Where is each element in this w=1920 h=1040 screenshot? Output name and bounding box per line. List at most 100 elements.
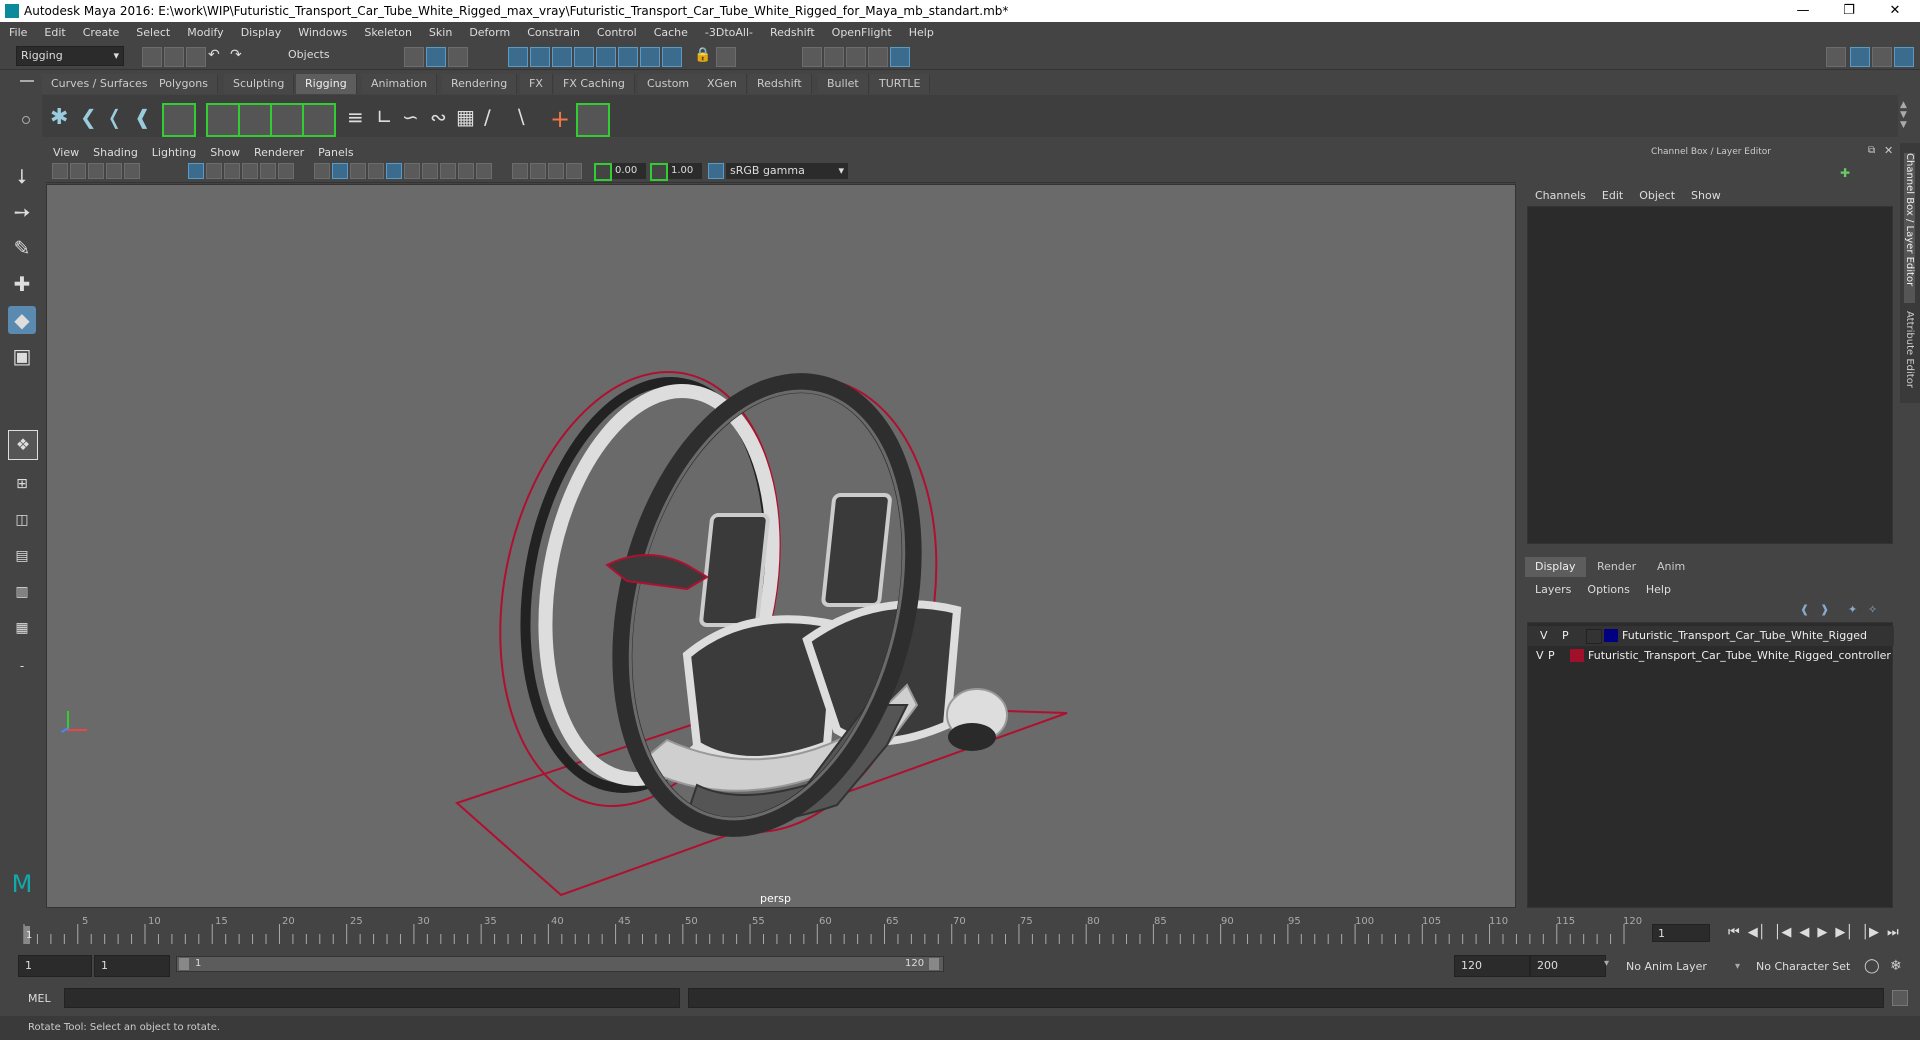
menu-deform[interactable]: Deform <box>469 26 510 39</box>
cb-menu-object[interactable]: Object <box>1639 189 1675 202</box>
screen-space-ao-icon[interactable] <box>422 163 438 179</box>
cb-menu-channels[interactable]: Channels <box>1535 189 1586 202</box>
mask-misc-icon[interactable] <box>662 47 682 67</box>
create-layer-from-selection-icon[interactable]: ✧ <box>1868 603 1877 616</box>
motion-blur-icon[interactable] <box>440 163 456 179</box>
mask-deformations-icon[interactable] <box>596 47 616 67</box>
xray-icon[interactable] <box>530 163 546 179</box>
orient-constraint-icon[interactable]: ∾ <box>430 105 448 129</box>
mask-surfaces-icon[interactable] <box>574 47 594 67</box>
layer-playback-toggle[interactable]: P <box>1562 629 1569 642</box>
step-back-key-icon[interactable]: │◀ <box>1774 925 1792 940</box>
persp-outliner-icon[interactable]: ◫ <box>8 506 36 534</box>
animation-preferences-icon[interactable]: ❄ <box>1890 958 1902 974</box>
pole-vector-icon[interactable]: ∖ <box>514 105 532 129</box>
textured-icon[interactable] <box>368 163 384 179</box>
play-backwards-icon[interactable]: ◀ <box>1799 925 1809 940</box>
interactive-bind-icon[interactable] <box>238 103 272 137</box>
vp-menu-view[interactable]: View <box>53 146 79 159</box>
safe-action-icon[interactable] <box>278 163 294 179</box>
play-forwards-icon[interactable]: ▶ <box>1817 925 1827 940</box>
bookmark-icon[interactable] <box>88 163 104 179</box>
cluster-icon[interactable]: ≡ <box>347 105 365 129</box>
menu-3dtoall[interactable]: -3DtoAll- <box>705 26 753 39</box>
wireframe-on-shaded-icon[interactable] <box>350 163 366 179</box>
select-camera-icon[interactable] <box>52 163 68 179</box>
create-empty-layer-icon[interactable]: ✦ <box>1848 603 1857 616</box>
shelf-tab-custom[interactable]: Custom <box>638 74 700 94</box>
lattice-icon[interactable] <box>302 103 336 137</box>
float-panel-icon[interactable]: ⧉ <box>1868 145 1875 156</box>
outliner-layout-icon[interactable]: ▥ <box>8 578 36 606</box>
film-gate-icon[interactable] <box>206 163 222 179</box>
mask-rendering-icon[interactable] <box>640 47 660 67</box>
channel-box-area[interactable] <box>1527 206 1893 544</box>
range-slider[interactable]: 1 120 <box>176 956 944 972</box>
scale-constraint-icon[interactable]: ▦ <box>456 105 475 129</box>
gamma-icon[interactable] <box>650 163 668 181</box>
vp-menu-renderer[interactable]: Renderer <box>254 146 304 159</box>
shelf-tab-curves-surfaces[interactable]: Curves / Surfaces <box>42 74 158 94</box>
current-time-field[interactable]: 1 <box>1652 924 1710 942</box>
shelf-tab-redshift[interactable]: Redshift <box>748 74 812 94</box>
layer-type-toggle[interactable] <box>1586 629 1602 644</box>
rotate-tool-icon[interactable]: ◆ <box>8 306 36 334</box>
toggle-attribute-editor-icon[interactable] <box>1872 47 1892 67</box>
menu-skeleton[interactable]: Skeleton <box>364 26 412 39</box>
vp-menu-lighting[interactable]: Lighting <box>152 146 196 159</box>
menu-edit[interactable]: Edit <box>44 26 65 39</box>
layer-visibility-toggle[interactable]: V <box>1540 629 1548 642</box>
color-management-icon[interactable] <box>708 163 724 179</box>
menu-cache[interactable]: Cache <box>654 26 688 39</box>
selection-mode-dropdown[interactable]: Objects <box>284 46 388 64</box>
cb-menu-edit[interactable]: Edit <box>1602 189 1623 202</box>
depth-of-field-icon[interactable] <box>476 163 492 179</box>
vp-menu-show[interactable]: Show <box>210 146 240 159</box>
layer-row[interactable]: V P Futuristic_Transport_Car_Tube_White_… <box>1528 626 1894 646</box>
minimize-button[interactable]: — <box>1780 0 1826 22</box>
shelf-tab-rigging[interactable]: Rigging <box>296 74 357 94</box>
toggle-modeling-toolkit-icon[interactable] <box>1850 47 1870 67</box>
layer-color-swatch[interactable] <box>1604 629 1618 642</box>
menu-modify[interactable]: Modify <box>187 26 223 39</box>
auto-key-icon[interactable]: ◯ <box>1864 958 1880 974</box>
undo-icon[interactable]: ↶ <box>208 47 226 65</box>
mirror-joint-icon[interactable]: ❰ <box>134 105 152 129</box>
layer-visibility-toggle[interactable]: V <box>1536 649 1544 662</box>
exposure-field[interactable]: 0.00 <box>612 163 646 179</box>
use-all-lights-icon[interactable] <box>386 163 402 179</box>
script-editor-icon[interactable] <box>1892 990 1908 1006</box>
command-input[interactable] <box>64 988 680 1008</box>
parent-constraint-icon[interactable]: ∕ <box>484 105 502 129</box>
go-to-start-icon[interactable]: ⏮ <box>1728 925 1740 940</box>
character-set-dropdown[interactable]: No Character Set <box>1752 957 1870 977</box>
anti-aliasing-icon[interactable] <box>458 163 474 179</box>
grid-icon[interactable] <box>124 163 140 179</box>
shelf-tab-turtle[interactable]: TURTLE <box>870 74 931 94</box>
menu-skin[interactable]: Skin <box>429 26 452 39</box>
chevron-down-icon[interactable]: ▾ <box>1604 958 1609 969</box>
close-panel-icon[interactable]: ✕ <box>1884 144 1893 157</box>
menu-help[interactable]: Help <box>909 26 934 39</box>
layer-tab-display[interactable]: Display <box>1525 557 1586 577</box>
layer-tab-render[interactable]: Render <box>1587 557 1647 577</box>
hypershade-layout-icon[interactable]: ▦ <box>8 614 36 642</box>
resolution-gate-icon[interactable] <box>224 163 240 179</box>
step-back-frame-icon[interactable]: ◀│ <box>1748 925 1766 940</box>
save-scene-icon[interactable] <box>186 47 206 67</box>
new-scene-icon[interactable] <box>142 47 162 67</box>
shelf-tab-animation[interactable]: Animation <box>362 74 438 94</box>
gate-mask-icon[interactable] <box>242 163 258 179</box>
layer-color-swatch[interactable] <box>1570 649 1584 662</box>
point-constraint-icon[interactable]: ∟ <box>376 105 394 129</box>
go-to-end-icon[interactable]: ⏭ <box>1887 925 1899 940</box>
field-chart-icon[interactable] <box>260 163 276 179</box>
vp-menu-shading[interactable]: Shading <box>93 146 138 159</box>
cb-menu-show[interactable]: Show <box>1691 189 1721 202</box>
menu-constrain[interactable]: Constrain <box>527 26 580 39</box>
render-settings-icon[interactable] <box>868 47 888 67</box>
side-tab-channel-box[interactable]: Channel Box / Layer Editor <box>1904 153 1915 303</box>
manipulator-icon[interactable]: ✚ <box>1840 166 1850 180</box>
menu-file[interactable]: File <box>9 26 27 39</box>
lasso-tool-icon[interactable]: ➙ <box>8 198 36 226</box>
